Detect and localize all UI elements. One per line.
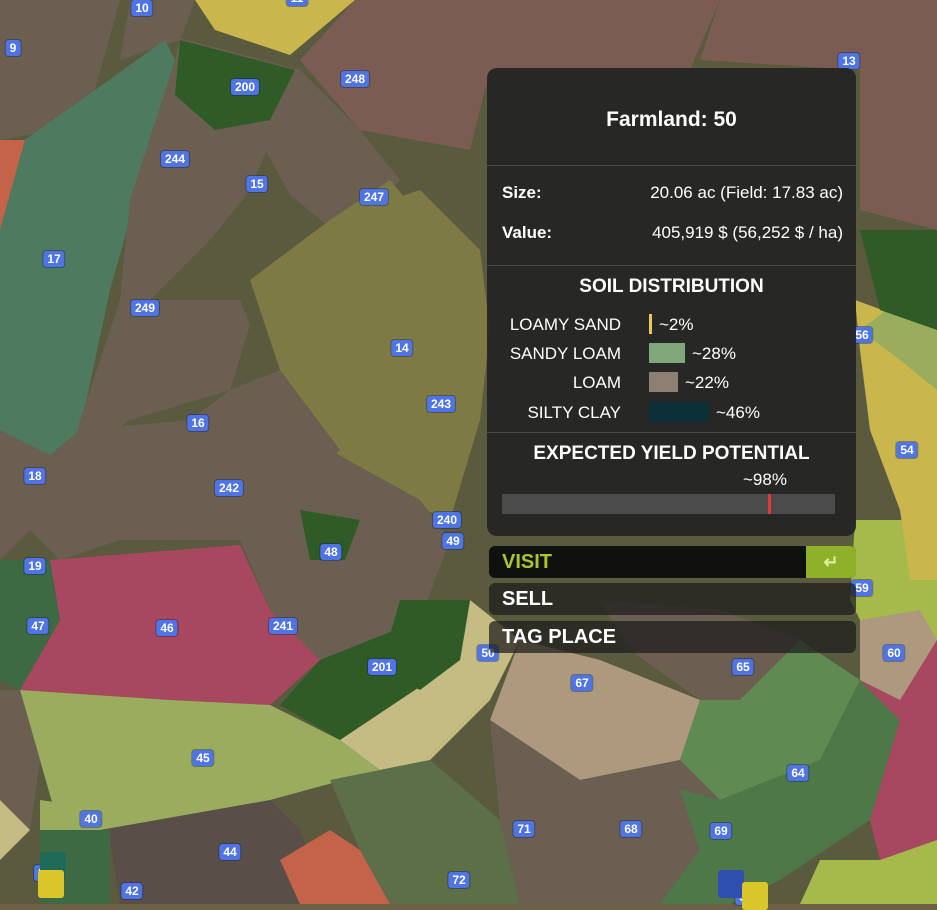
- soil-name: SANDY LOAM: [509, 344, 621, 363]
- farmland-label[interactable]: 249: [130, 300, 160, 316]
- farmland-label[interactable]: 200: [230, 79, 260, 95]
- farmland-label[interactable]: 201: [367, 659, 397, 675]
- farmland-label[interactable]: 54: [896, 442, 918, 458]
- soil-name: SILTY CLAY: [527, 403, 621, 422]
- value-value: 405,919 $ (56,252 $ / ha): [652, 223, 843, 242]
- visit-label: VISIT: [502, 551, 553, 573]
- soil-row: SILTY CLAY ~46%: [487, 400, 856, 424]
- farmland-label[interactable]: 48: [320, 544, 342, 560]
- farmland-label[interactable]: 67: [571, 675, 593, 691]
- farmland-label[interactable]: 60: [883, 645, 905, 661]
- farmland-label[interactable]: 10: [131, 0, 153, 16]
- farmland-label[interactable]: 17: [43, 251, 65, 267]
- sell-button[interactable]: SELL: [489, 583, 856, 615]
- soil-percent: ~28%: [692, 344, 736, 363]
- farmland-label[interactable]: 16: [187, 415, 209, 431]
- farmland-label[interactable]: 44: [219, 844, 241, 860]
- yield-marker: [768, 494, 771, 514]
- farmland-title: Farmland: 50: [606, 108, 737, 131]
- soil-percent: ~46%: [716, 403, 760, 422]
- sell-label: SELL: [502, 588, 554, 610]
- farmland-label[interactable]: 13: [838, 53, 860, 69]
- farmland-label[interactable]: 47: [27, 618, 49, 634]
- farmland-label[interactable]: 45: [192, 750, 214, 766]
- divider: [487, 432, 856, 433]
- soil-row: SANDY LOAM ~28%: [487, 341, 856, 365]
- farmland-info-panel: Farmland: 50 Size: 20.06 ac (Field: 17.8…: [487, 68, 856, 536]
- farmland-label[interactable]: 9: [5, 40, 21, 56]
- farmland-label[interactable]: 244: [160, 151, 190, 167]
- value-label: Value:: [502, 223, 553, 242]
- farmhouse-icon[interactable]: [38, 870, 64, 898]
- farmland-label[interactable]: 40: [80, 811, 102, 827]
- soil-distribution-heading: SOIL DISTRIBUTION: [579, 276, 764, 297]
- size-label: Size:: [502, 183, 542, 202]
- farmland-label[interactable]: 64: [787, 765, 809, 781]
- yield-potential-bar: [502, 494, 835, 514]
- soil-swatch: [649, 402, 709, 422]
- farmland-label[interactable]: 18: [24, 468, 46, 484]
- farmland-label[interactable]: 72: [448, 872, 470, 888]
- farmland-label[interactable]: 14: [391, 340, 413, 356]
- shop-icon[interactable]: [742, 882, 768, 910]
- farmland-label[interactable]: 42: [121, 883, 143, 899]
- farmland-label[interactable]: 49: [442, 533, 464, 549]
- yield-percent: ~98%: [743, 470, 787, 489]
- farmland-label[interactable]: 247: [359, 189, 389, 205]
- visit-button[interactable]: VISIT ↵: [489, 546, 856, 578]
- farmland-label[interactable]: 65: [732, 659, 754, 675]
- farmland-label[interactable]: 241: [268, 618, 298, 634]
- divider: [487, 165, 856, 166]
- soil-swatch: [649, 372, 678, 392]
- enter-key-icon: ↵: [806, 546, 856, 578]
- farmland-label[interactable]: 46: [156, 620, 178, 636]
- farmland-label[interactable]: 19: [24, 558, 46, 574]
- tag-place-button[interactable]: TAG PLACE: [489, 621, 856, 653]
- soil-row: LOAM ~22%: [487, 370, 856, 394]
- soil-name: LOAMY SAND: [509, 315, 621, 334]
- soil-swatch: [649, 314, 652, 334]
- farmland-label[interactable]: 248: [340, 71, 370, 87]
- farmland-label[interactable]: 71: [513, 821, 535, 837]
- farmland-label[interactable]: 242: [214, 480, 244, 496]
- farmland-label[interactable]: 69: [710, 823, 732, 839]
- soil-name: LOAM: [572, 373, 621, 392]
- farmland-label[interactable]: 68: [620, 821, 642, 837]
- yield-potential-heading: EXPECTED YIELD POTENTIAL: [533, 443, 810, 464]
- divider: [487, 265, 856, 266]
- farmland-label[interactable]: 240: [432, 512, 462, 528]
- soil-swatch: [649, 343, 685, 363]
- farmland-label[interactable]: 15: [246, 176, 268, 192]
- farmland-label[interactable]: 11: [286, 0, 308, 6]
- soil-row: LOAMY SAND ~2%: [487, 312, 856, 336]
- sell-point-icon[interactable]: [718, 870, 744, 898]
- size-value: 20.06 ac (Field: 17.83 ac): [650, 183, 843, 202]
- tag-place-label: TAG PLACE: [502, 626, 617, 648]
- soil-percent: ~2%: [659, 315, 694, 334]
- farmland-label[interactable]: 243: [426, 396, 456, 412]
- soil-percent: ~22%: [685, 373, 729, 392]
